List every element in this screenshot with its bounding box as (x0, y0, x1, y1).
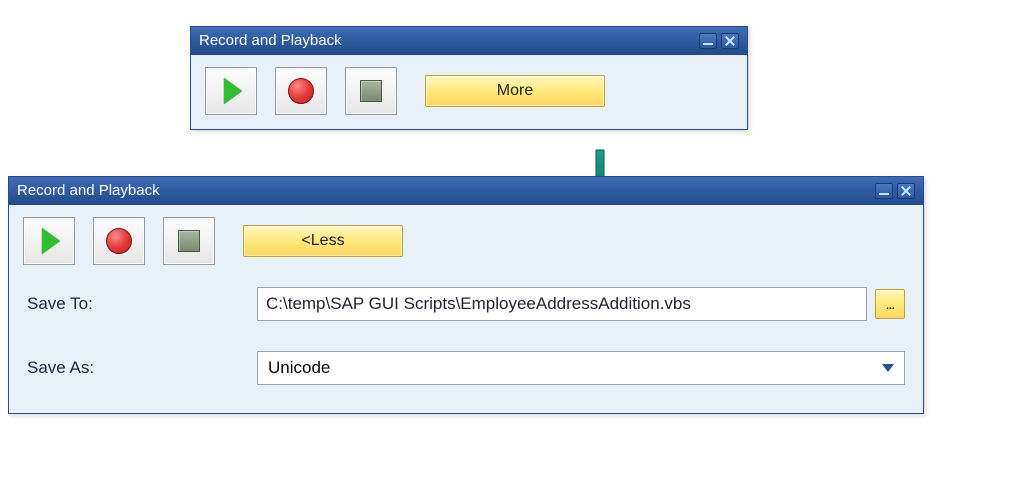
save-as-value: Unicode (268, 358, 330, 378)
minimize-icon (879, 193, 889, 195)
save-as-field-wrap: Unicode (257, 351, 905, 385)
play-button[interactable] (205, 67, 257, 115)
minimize-icon (703, 43, 713, 45)
play-icon (224, 78, 242, 104)
window-controls (699, 33, 739, 49)
record-button[interactable] (275, 67, 327, 115)
record-icon (106, 228, 132, 254)
record-playback-dialog-expanded: Record and Playback <Less Save To: ... S… (8, 176, 924, 414)
stop-button[interactable] (163, 217, 215, 265)
dialog-title: Record and Playback (17, 178, 160, 204)
save-as-label: Save As: (27, 358, 257, 378)
save-as-select[interactable]: Unicode (257, 351, 905, 385)
stop-icon (178, 230, 200, 252)
save-to-row: Save To: ... (9, 279, 923, 329)
save-as-row: Save As: Unicode (9, 343, 923, 393)
close-button[interactable] (721, 33, 739, 49)
stop-button[interactable] (345, 67, 397, 115)
toolbar: <Less (9, 205, 923, 279)
less-button[interactable]: <Less (243, 225, 403, 257)
close-button[interactable] (897, 183, 915, 199)
close-icon (724, 35, 736, 47)
play-icon (42, 228, 60, 254)
play-button[interactable] (23, 217, 75, 265)
titlebar[interactable]: Record and Playback (191, 27, 747, 55)
record-icon (288, 78, 314, 104)
save-to-input[interactable] (257, 287, 867, 321)
minimize-button[interactable] (875, 183, 893, 199)
toolbar: More (191, 55, 747, 129)
minimize-button[interactable] (699, 33, 717, 49)
record-button[interactable] (93, 217, 145, 265)
chevron-down-icon (882, 364, 894, 372)
titlebar[interactable]: Record and Playback (9, 177, 923, 205)
stop-icon (360, 80, 382, 102)
save-to-field-wrap: ... (257, 287, 905, 321)
dialog-title: Record and Playback (199, 28, 342, 54)
more-button[interactable]: More (425, 75, 605, 107)
record-playback-dialog-collapsed: Record and Playback More (190, 26, 748, 130)
close-icon (900, 185, 912, 197)
browse-button[interactable]: ... (875, 289, 905, 319)
window-controls (875, 183, 915, 199)
save-to-label: Save To: (27, 294, 257, 314)
